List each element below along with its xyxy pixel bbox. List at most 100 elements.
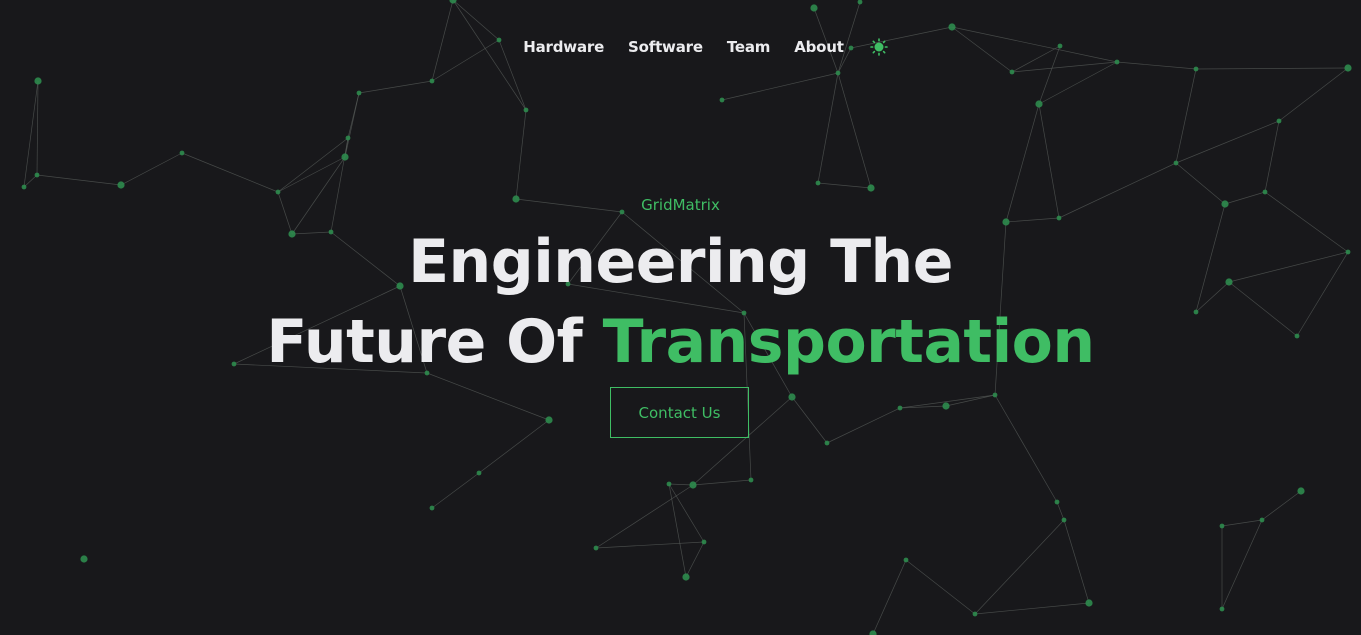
network-node <box>1085 599 1093 607</box>
network-edge <box>905 559 976 615</box>
network-node <box>429 505 435 511</box>
network-edge <box>277 156 346 193</box>
network-node <box>117 181 125 189</box>
network-edge <box>1056 501 1065 521</box>
network-node <box>666 481 672 487</box>
nav-about[interactable]: About <box>794 38 844 56</box>
network-node <box>21 184 27 190</box>
network-node <box>897 405 903 411</box>
network-edge <box>36 80 39 176</box>
network-node <box>748 477 754 483</box>
network-node <box>80 555 88 563</box>
network-node <box>835 70 841 76</box>
network-edge <box>1221 519 1263 610</box>
network-edge <box>817 182 872 189</box>
network-node <box>545 416 553 424</box>
network-edge <box>1175 120 1280 164</box>
network-node <box>815 180 821 186</box>
network-edge <box>36 174 122 186</box>
network-node <box>1035 100 1043 108</box>
network-edge <box>1264 120 1280 193</box>
network-edge <box>692 479 752 486</box>
network-edge <box>358 80 433 94</box>
network-node <box>593 545 599 551</box>
headline-accent: Transportation <box>602 307 1095 377</box>
network-edge <box>685 541 705 578</box>
contact-us-button[interactable]: Contact Us <box>610 387 749 438</box>
network-node <box>857 0 863 5</box>
network-node <box>1114 59 1120 65</box>
network-edge <box>1221 519 1263 527</box>
network-node <box>810 4 818 12</box>
network-node <box>824 440 830 446</box>
network-node <box>1054 499 1060 505</box>
network-edge <box>277 137 349 193</box>
network-node <box>1219 606 1225 612</box>
sun-icon <box>869 38 888 56</box>
network-node <box>34 172 40 178</box>
network-edge <box>872 559 907 635</box>
network-node <box>1173 160 1179 166</box>
network-node <box>948 23 956 31</box>
network-edge <box>974 519 1065 615</box>
network-edge <box>1063 519 1090 604</box>
network-edge <box>595 541 705 549</box>
network-node <box>179 150 185 156</box>
network-node <box>275 189 281 195</box>
network-node <box>992 392 998 398</box>
network-edge <box>974 602 1090 615</box>
main-nav: Hardware Software Team About <box>0 36 1361 58</box>
network-edge <box>23 80 39 188</box>
network-node <box>1297 487 1305 495</box>
network-node <box>1262 189 1268 195</box>
network-edge <box>1116 61 1197 70</box>
network-node <box>942 402 950 410</box>
network-edge <box>515 109 527 200</box>
theme-toggle[interactable] <box>868 36 890 58</box>
nav-team[interactable]: Team <box>727 38 771 56</box>
network-edge <box>1278 67 1349 122</box>
network-edge <box>181 152 279 193</box>
network-edge <box>23 174 38 188</box>
network-node <box>972 611 978 617</box>
network-node <box>523 107 529 113</box>
network-edge <box>791 396 828 444</box>
network-node <box>867 184 875 192</box>
network-node <box>682 573 690 581</box>
network-edge <box>431 472 480 509</box>
network-node <box>341 153 349 161</box>
network-node <box>903 557 909 563</box>
network-edge <box>120 152 183 186</box>
network-edge <box>721 72 839 101</box>
network-node <box>1056 215 1062 221</box>
network-node <box>345 135 351 141</box>
nav-hardware[interactable]: Hardware <box>523 38 604 56</box>
network-node <box>1193 66 1199 72</box>
network-node <box>356 90 362 96</box>
network-edge <box>817 72 839 184</box>
network-node <box>34 77 42 85</box>
network-node <box>1259 517 1265 523</box>
nav-software[interactable]: Software <box>628 38 703 56</box>
network-node <box>719 97 725 103</box>
network-edge <box>837 72 872 189</box>
headline-line-2-prefix: Future Of <box>266 307 603 377</box>
network-node <box>1219 523 1225 529</box>
network-node <box>449 0 457 4</box>
network-edge <box>994 394 1058 503</box>
network-node <box>1276 118 1282 124</box>
hero-headline: Engineering The Future Of Transportation <box>0 222 1361 382</box>
network-edge <box>826 407 901 444</box>
network-node <box>1061 517 1067 523</box>
network-edge <box>595 484 694 549</box>
network-node <box>1009 69 1015 75</box>
network-edge <box>1261 490 1302 521</box>
network-edge <box>1195 67 1349 70</box>
network-edge <box>1175 68 1197 164</box>
network-edge <box>478 419 550 474</box>
network-node <box>1344 64 1352 72</box>
network-node <box>869 630 877 635</box>
headline-line-1: Engineering The <box>408 227 953 297</box>
brand-eyebrow: GridMatrix <box>641 196 720 214</box>
network-edge <box>330 137 349 233</box>
